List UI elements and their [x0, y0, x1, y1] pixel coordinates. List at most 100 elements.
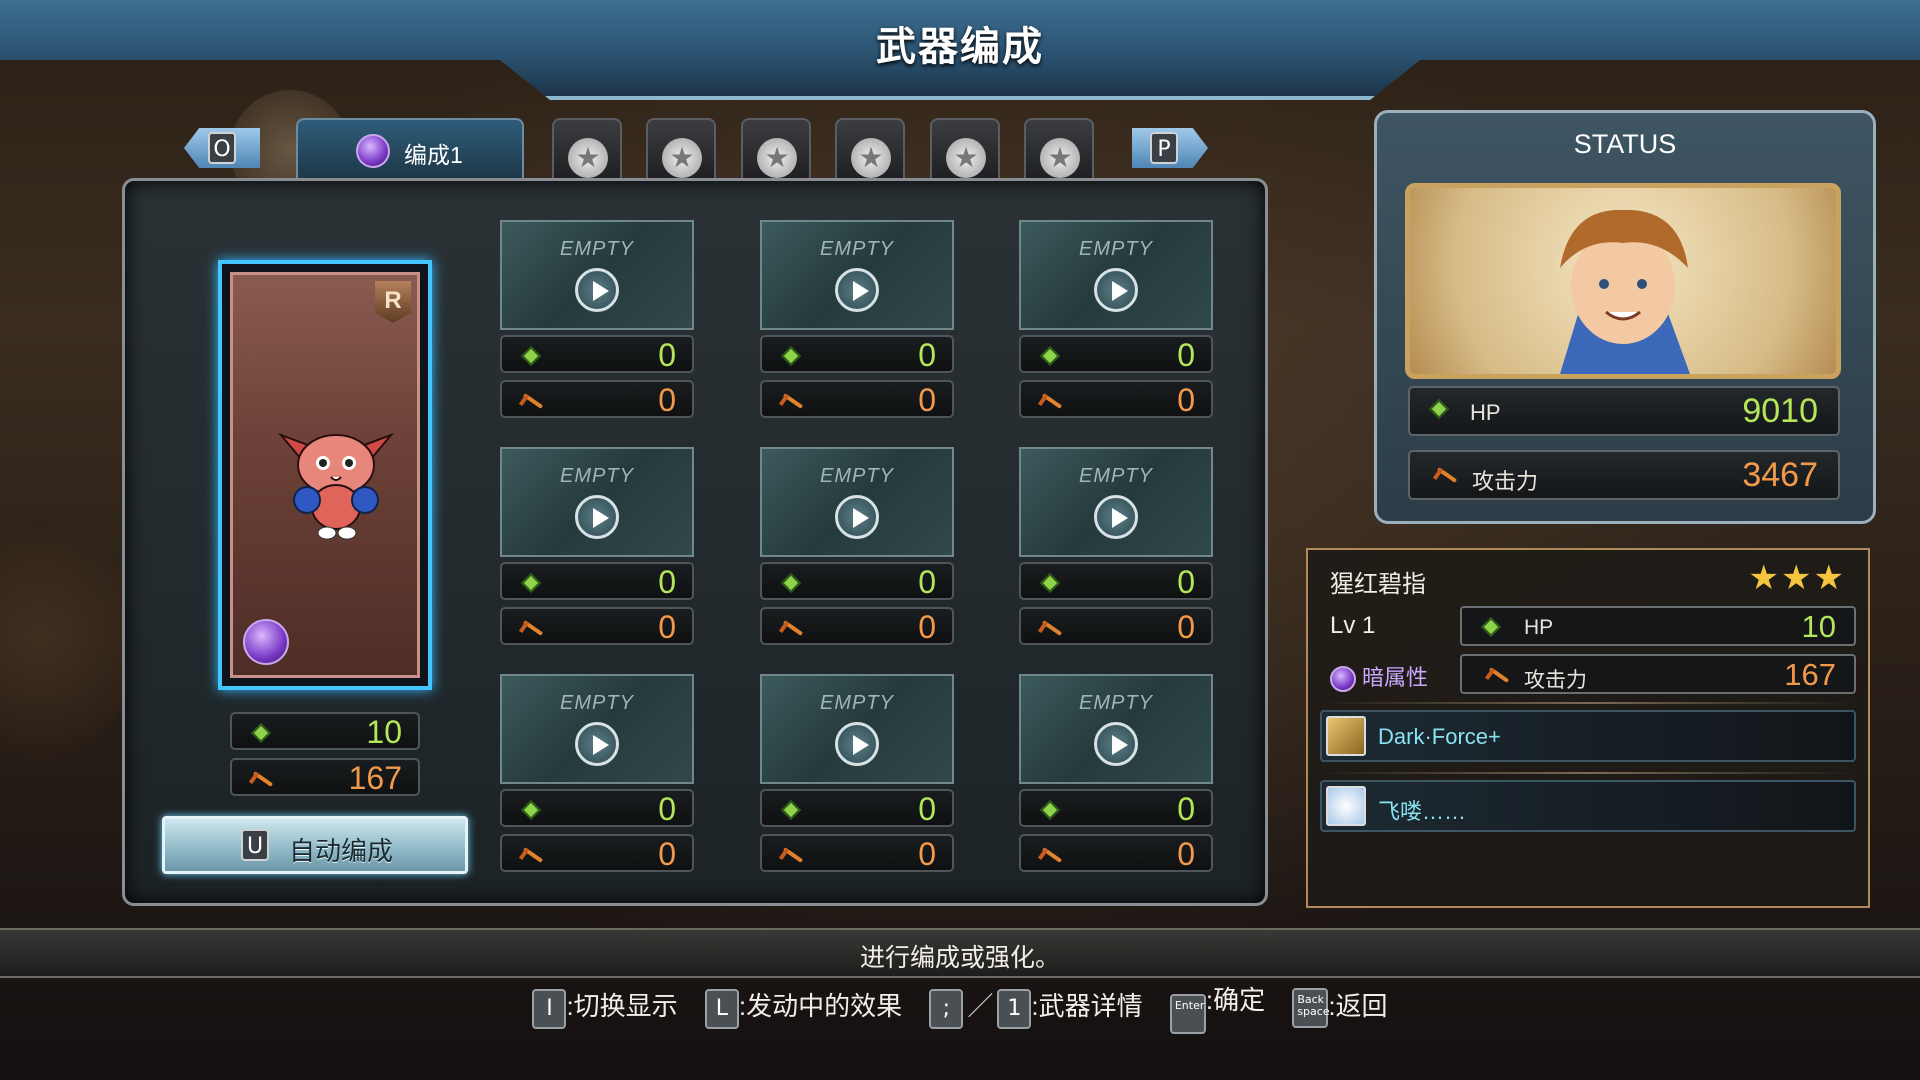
weapon-slot-6[interactable]: EMPTY: [1019, 447, 1213, 557]
weapon-slot-9-atk-value: 0: [1177, 836, 1195, 872]
weapon-slot-4-atk-value: 0: [658, 609, 676, 645]
tab-formation-2[interactable]: ★: [552, 118, 622, 180]
confirm-control[interactable]: Enter:确定: [1169, 980, 1265, 1034]
play-icon: [835, 495, 879, 539]
weapon-slot-3-hp-value: 0: [1177, 337, 1195, 373]
weapon-slot-5-atk: 0: [760, 607, 954, 645]
weapon-slot-2-hp-value: 0: [918, 337, 936, 373]
active-effects-label: :发动中的效果: [738, 990, 903, 1021]
weapon-slot-3-label: EMPTY: [1079, 238, 1153, 260]
weapon-slot-9[interactable]: EMPTY: [1019, 674, 1213, 784]
play-icon: [835, 268, 879, 312]
tab-formation-7[interactable]: ★: [1024, 118, 1094, 180]
tab-formation-6[interactable]: ★: [930, 118, 1000, 180]
background-barrel: [0, 520, 140, 760]
weapon-slot-5-hp-value: 0: [918, 564, 936, 600]
weapon-slot-3-atk-value: 0: [1177, 382, 1195, 418]
key-separator: ／: [967, 990, 994, 1021]
character-portrait: [1405, 183, 1841, 379]
weapon-hp-stat: HP 10: [1460, 606, 1856, 646]
play-icon: [575, 495, 619, 539]
star-medal-icon: ★: [946, 138, 986, 178]
weapon-name: 猩红碧指: [1330, 571, 1426, 598]
next-formation-button[interactable]: P: [1132, 128, 1208, 168]
weapon-hp-value: 10: [1801, 609, 1836, 644]
weapon-slot-6-label: EMPTY: [1079, 465, 1153, 487]
play-icon: [1094, 722, 1138, 766]
weapon-skill-2[interactable]: 飞喽……: [1320, 780, 1856, 832]
weapon-slot-3[interactable]: EMPTY: [1019, 220, 1213, 330]
tab-formation-1[interactable]: 编成1: [296, 118, 524, 180]
status-hp-label: HP: [1470, 400, 1501, 425]
toggle-display-control[interactable]: I:切换显示: [532, 986, 678, 1029]
weapon-slot-1[interactable]: EMPTY: [500, 220, 694, 330]
tab-formation-3[interactable]: ★: [646, 118, 716, 180]
weapon-slot-8-atk: 0: [760, 834, 954, 872]
weapon-slot-8-label: EMPTY: [820, 692, 894, 714]
hp-icon: [781, 346, 801, 366]
active-effects-control[interactable]: L:发动中的效果: [704, 986, 903, 1029]
weapon-slot-2-atk: 0: [760, 380, 954, 418]
attack-icon: [778, 390, 804, 412]
toggle-display-label: :切换显示: [566, 990, 678, 1021]
toggle-display-key: I: [532, 988, 567, 1029]
attack-icon: [1037, 390, 1063, 412]
weapon-detail-panel: 猩红碧指 ★★★ Lv 1 暗属性 HP 10 攻击力 167 Dark·For…: [1306, 548, 1870, 908]
back-control[interactable]: Back space:返回: [1292, 986, 1388, 1028]
weapon-slot-8[interactable]: EMPTY: [760, 674, 954, 784]
weapon-slot-9-label: EMPTY: [1079, 692, 1153, 714]
weapon-slot-2[interactable]: EMPTY: [760, 220, 954, 330]
weapon-slot-7-atk: 0: [500, 834, 694, 872]
hp-icon: [1040, 346, 1060, 366]
main-weapon-card[interactable]: R: [218, 260, 432, 690]
auto-formation-button[interactable]: U 自动编成: [162, 816, 468, 874]
weapon-element: 暗属性: [1330, 660, 1428, 693]
weapon-slot-9-hp: 0: [1019, 789, 1213, 827]
weapon-level: Lv 1: [1330, 612, 1376, 639]
divider: [1320, 702, 1856, 704]
weapon-detail-label: :武器详情: [1031, 990, 1143, 1021]
attack-icon: [248, 768, 274, 790]
weapon-slot-1-atk-value: 0: [658, 382, 676, 418]
auto-formation-key: U: [241, 829, 269, 861]
attack-icon: [518, 844, 544, 866]
weapon-slot-4[interactable]: EMPTY: [500, 447, 694, 557]
tab-formation-4[interactable]: ★: [741, 118, 811, 180]
hint-text: 进行编成或强化。: [859, 944, 1060, 972]
weapon-skill-1[interactable]: Dark·Force+: [1320, 710, 1856, 762]
status-atk-bar: 攻击力 3467: [1408, 450, 1840, 500]
hint-bar: 进行编成或强化。: [0, 928, 1920, 978]
weapon-slot-5[interactable]: EMPTY: [760, 447, 954, 557]
tab-formation-1-label: 编成1: [404, 142, 463, 168]
attack-icon: [778, 844, 804, 866]
weapon-slot-7-hp: 0: [500, 789, 694, 827]
star-medal-icon: ★: [851, 138, 891, 178]
status-hp-bar: HP 9010: [1408, 386, 1840, 436]
attack-icon: [1484, 664, 1510, 686]
weapon-detail-control[interactable]: ; ／ 1:武器详情: [929, 986, 1143, 1029]
hp-icon: [251, 723, 271, 743]
rarity-stars: ★★★: [1748, 559, 1846, 597]
status-atk-label: 攻击力: [1472, 469, 1539, 494]
status-title: STATUS: [1573, 129, 1677, 159]
attack-icon: [518, 617, 544, 639]
character-portrait-image: [1560, 209, 1690, 374]
dark-element-icon: [1330, 666, 1356, 693]
star-medal-icon: ★: [568, 138, 608, 178]
main-weapon-art: R: [230, 272, 420, 678]
weapon-skill-1-name: Dark·Force+: [1378, 724, 1501, 749]
weapon-atk-label: 攻击力: [1524, 669, 1587, 692]
star-medal-icon: ★: [1040, 138, 1080, 178]
page-title: 武器编成: [876, 25, 1044, 69]
weapon-slot-9-atk: 0: [1019, 834, 1213, 872]
prev-formation-button[interactable]: O: [184, 128, 260, 168]
clock-skill-icon: [1326, 786, 1366, 826]
main-weapon-hp: 10: [230, 712, 420, 750]
hp-icon: [521, 800, 541, 820]
hp-icon: [781, 800, 801, 820]
dark-element-icon: [356, 134, 390, 168]
prev-formation-key: O: [208, 132, 236, 164]
weapon-slot-7[interactable]: EMPTY: [500, 674, 694, 784]
tab-formation-5[interactable]: ★: [835, 118, 905, 180]
weapon-slot-5-atk-value: 0: [918, 609, 936, 645]
